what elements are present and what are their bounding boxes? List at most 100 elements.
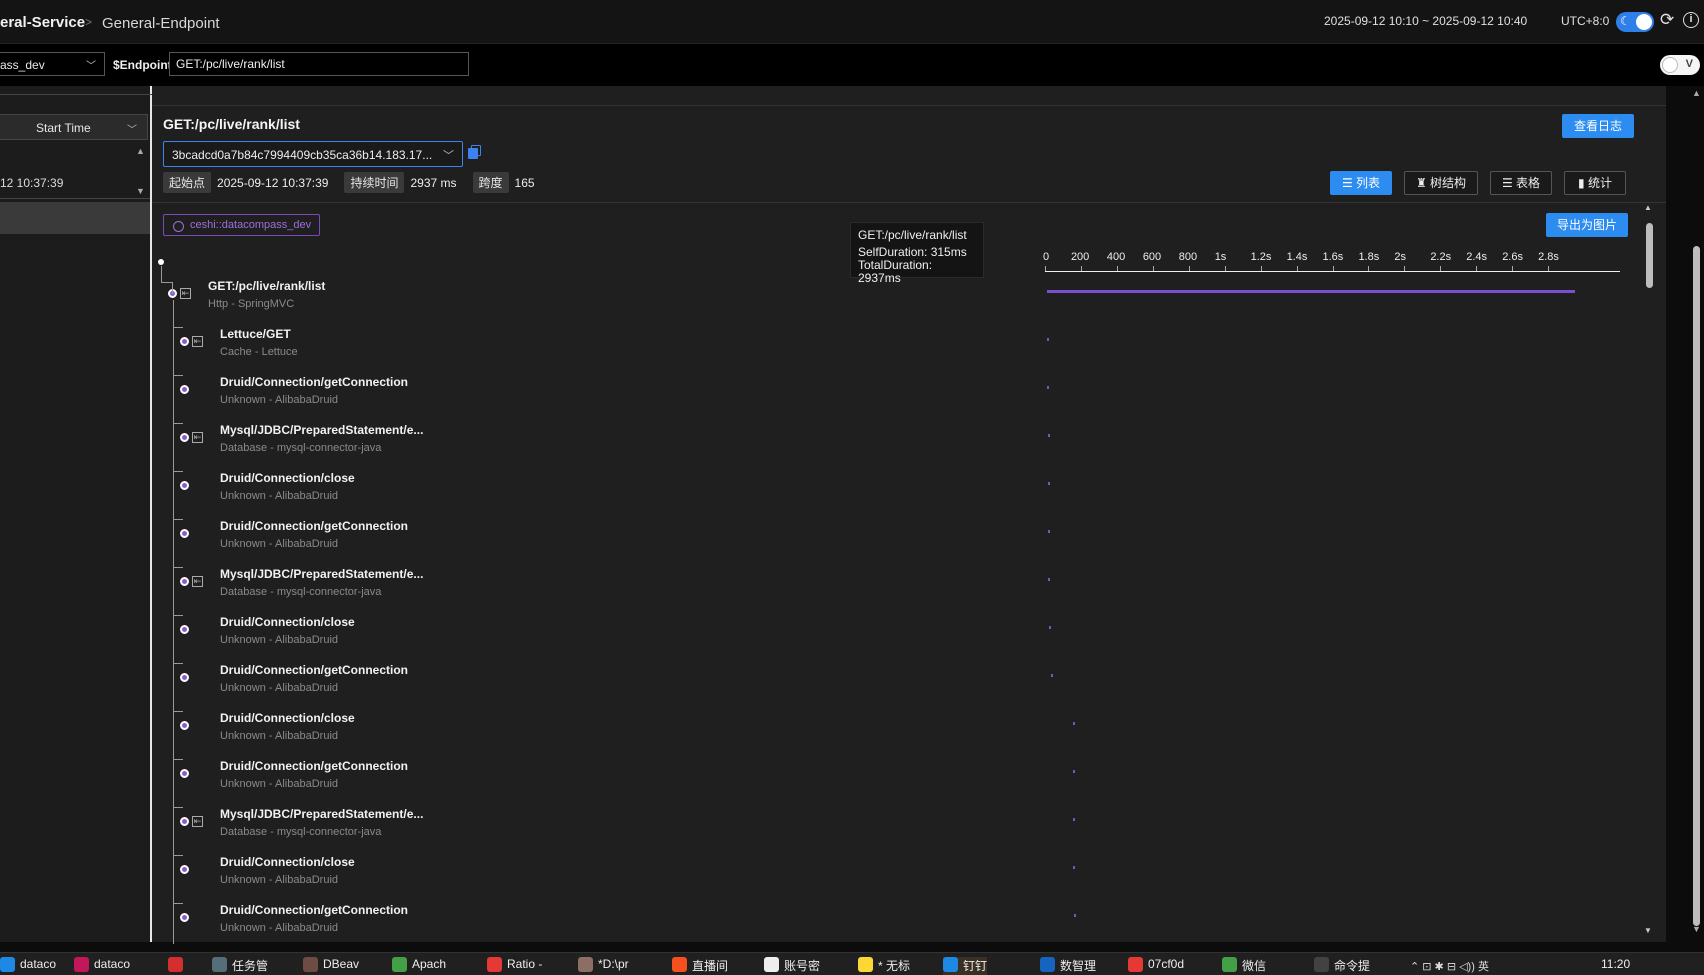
span-duration-bar[interactable] — [1050, 674, 1053, 677]
taskbar-app[interactable]: 微信 — [1222, 957, 1266, 975]
taskbar-app[interactable]: dataco — [0, 957, 56, 975]
chevron-down-icon: ﹀ — [86, 61, 96, 72]
collapse-toggle-icon[interactable]: ⇤ — [192, 576, 203, 587]
service-chip[interactable]: ceshi::datacompass_dev — [163, 214, 321, 236]
taskbar-app[interactable]: 07cf0d — [1128, 957, 1184, 975]
span-row[interactable]: Druid/Connection/close Unknown - AlibabaD… — [152, 604, 1032, 652]
copy-icon[interactable] — [468, 145, 481, 159]
taskbar-app[interactable]: 任务管 — [212, 957, 268, 975]
span-duration-bar[interactable] — [1048, 530, 1051, 533]
trace-list-item-time[interactable]: 12 10:37:39 — [0, 176, 63, 190]
breadcrumb-service[interactable]: eral-Service — [0, 14, 85, 31]
outer-scrollbar-thumb[interactable] — [1693, 246, 1700, 926]
tree-connector — [173, 855, 183, 856]
taskbar-app[interactable]: Ratio - — [487, 957, 542, 975]
span-row[interactable]: ⇤ Mysql/JDBC/PreparedStatement/e... Databa… — [152, 412, 1032, 460]
span-duration-bar[interactable] — [1073, 866, 1076, 869]
span-row[interactable]: Druid/Connection/getConnection Unknown - … — [152, 652, 1032, 700]
span-row[interactable]: Druid/Connection/close Unknown - AlibabaD… — [152, 460, 1032, 508]
span-duration-bar[interactable] — [1073, 914, 1076, 917]
taskbar-app[interactable]: 数智理 — [1040, 957, 1096, 975]
refresh-icon[interactable]: ⟳ — [1660, 10, 1674, 30]
time-range-picker[interactable]: 2025-09-12 10:10 ~ 2025-09-12 10:40 — [1324, 14, 1527, 28]
span-row[interactable]: Druid/Connection/close Unknown - AlibabaD… — [152, 700, 1032, 748]
collapse-toggle-icon[interactable]: ⇤ — [192, 336, 203, 347]
span-duration-bar[interactable] — [1072, 770, 1075, 773]
taskbar-app[interactable]: 命令提 — [1314, 957, 1370, 975]
span-tooltip: GET:/pc/live/rank/list SelfDuration: 315… — [850, 222, 984, 285]
scroll-up-icon[interactable]: ▲ — [136, 146, 145, 156]
taskbar-app[interactable] — [168, 957, 188, 975]
span-row[interactable]: Druid/Connection/getConnection Unknown - … — [152, 892, 1032, 940]
span-duration-bar[interactable] — [1047, 482, 1050, 485]
taskbar-clock[interactable]: 11:20 — [1601, 957, 1630, 971]
span-duration-bar[interactable] — [1047, 434, 1050, 437]
taskbar-app[interactable]: 直播间 — [672, 957, 728, 975]
span-row[interactable]: ⇤ Mysql/JDBC/PreparedStatement/e... Databa… — [152, 796, 1032, 844]
collapse-toggle-icon[interactable]: ⇤ — [192, 432, 203, 443]
outer-scrollbar[interactable]: ▲ ▼ — [1668, 86, 1704, 942]
trace-list-top-input[interactable] — [0, 86, 156, 95]
taskbar-app[interactable]: DBeav — [303, 957, 359, 975]
theme-toggle[interactable]: ☾ — [1616, 12, 1654, 32]
span-row[interactable]: ⇤ Mysql/JDBC/PreparedStatement/e... Databa… — [152, 556, 1032, 604]
span-row[interactable]: Druid/Connection/getConnection Unknown - … — [152, 748, 1032, 796]
span-duration-bar[interactable] — [1048, 578, 1051, 581]
app-icon — [858, 957, 873, 972]
taskbar-app[interactable]: * 无标 — [858, 957, 910, 975]
scroll-down-icon[interactable]: ▼ — [1692, 924, 1701, 934]
span-component: Unknown - AlibabaDruid — [220, 538, 339, 550]
axis-tick-label: 400 — [1106, 251, 1126, 263]
span-count-tag: 跨度 — [472, 172, 509, 193]
toggle-knob — [1636, 14, 1652, 30]
span-duration-bar[interactable] — [1073, 818, 1076, 821]
scroll-down-icon[interactable]: ▼ — [136, 186, 145, 196]
span-component: Unknown - AlibabaDruid — [220, 682, 339, 694]
taskbar-app[interactable]: 账号密 — [764, 957, 820, 975]
breadcrumb-endpoint[interactable]: General-Endpoint — [102, 15, 220, 32]
tab-statistics[interactable]: ▮ 统计 — [1564, 171, 1626, 195]
span-row[interactable]: Druid/Connection/close Unknown - AlibabaD… — [152, 844, 1032, 892]
taskbar-app[interactable]: 钉钉 — [943, 957, 988, 975]
collapse-toggle-icon[interactable]: ⇤ — [192, 816, 203, 827]
taskbar-app[interactable]: dataco — [74, 957, 130, 975]
span-name: Druid/Connection/getConnection — [220, 519, 408, 533]
collapse-toggle-icon[interactable]: ⇤ — [180, 288, 191, 299]
info-icon[interactable]: i — [1683, 12, 1699, 28]
trace-id-select[interactable]: 3bcadcd0a7b84c7994409cb35ca36b14.183.17.… — [163, 141, 463, 167]
span-duration-bar[interactable] — [1072, 722, 1075, 725]
scroll-up-icon[interactable]: ▲ — [1644, 203, 1652, 212]
trace-list-item-selected[interactable] — [0, 202, 150, 234]
scroll-up-icon[interactable]: ▲ — [1692, 88, 1701, 98]
tree-connector — [173, 423, 183, 424]
taskbar-app[interactable]: *D:\pr — [578, 957, 629, 975]
export-image-button[interactable]: 导出为图片 — [1546, 213, 1628, 237]
span-duration-bar[interactable] — [1047, 290, 1575, 293]
span-component: Database - mysql-connector-java — [220, 826, 382, 838]
scroll-down-icon[interactable]: ▼ — [1644, 926, 1652, 935]
span-duration-bar[interactable] — [1047, 338, 1049, 341]
inner-scrollbar-thumb[interactable] — [1646, 223, 1653, 288]
span-component: Unknown - AlibabaDruid — [220, 634, 339, 646]
span-duration-bar[interactable] — [1048, 626, 1051, 629]
tooltip-name: GET:/pc/live/rank/list — [858, 228, 967, 242]
tab-tree[interactable]: ♜ 树结构 — [1404, 171, 1478, 195]
span-row[interactable]: Druid/Connection/getConnection Unknown - … — [152, 508, 1032, 556]
timezone-label[interactable]: UTC+8:0 — [1561, 14, 1609, 28]
service-select[interactable]: ass_dev ﹀ — [0, 52, 105, 76]
endpoint-input[interactable] — [169, 52, 469, 76]
view-log-button[interactable]: 查看日志 — [1562, 114, 1634, 138]
tab-table[interactable]: ☰ 表格 — [1490, 171, 1552, 195]
chevron-down-icon: ﹀ — [127, 125, 137, 136]
span-component: Unknown - AlibabaDruid — [220, 778, 339, 790]
app-icon — [1314, 957, 1329, 972]
axis-tick-label: 200 — [1070, 251, 1090, 263]
span-row[interactable]: Druid/Connection/getConnection Unknown - … — [152, 364, 1032, 412]
sort-select[interactable]: Start Time ﹀ — [0, 114, 148, 140]
span-row[interactable]: ⇤ Lettuce/GET Cache - Lettuce — [152, 316, 1032, 364]
tab-list[interactable]: ☰ 列表 — [1330, 171, 1392, 195]
span-duration-bar[interactable] — [1047, 386, 1050, 389]
v-toggle[interactable]: V — [1660, 55, 1700, 75]
system-tray[interactable]: ⌃ ⊡ ✱ ⊟ ◁)) 英 — [1410, 958, 1489, 974]
taskbar-app[interactable]: Apach — [392, 957, 446, 975]
